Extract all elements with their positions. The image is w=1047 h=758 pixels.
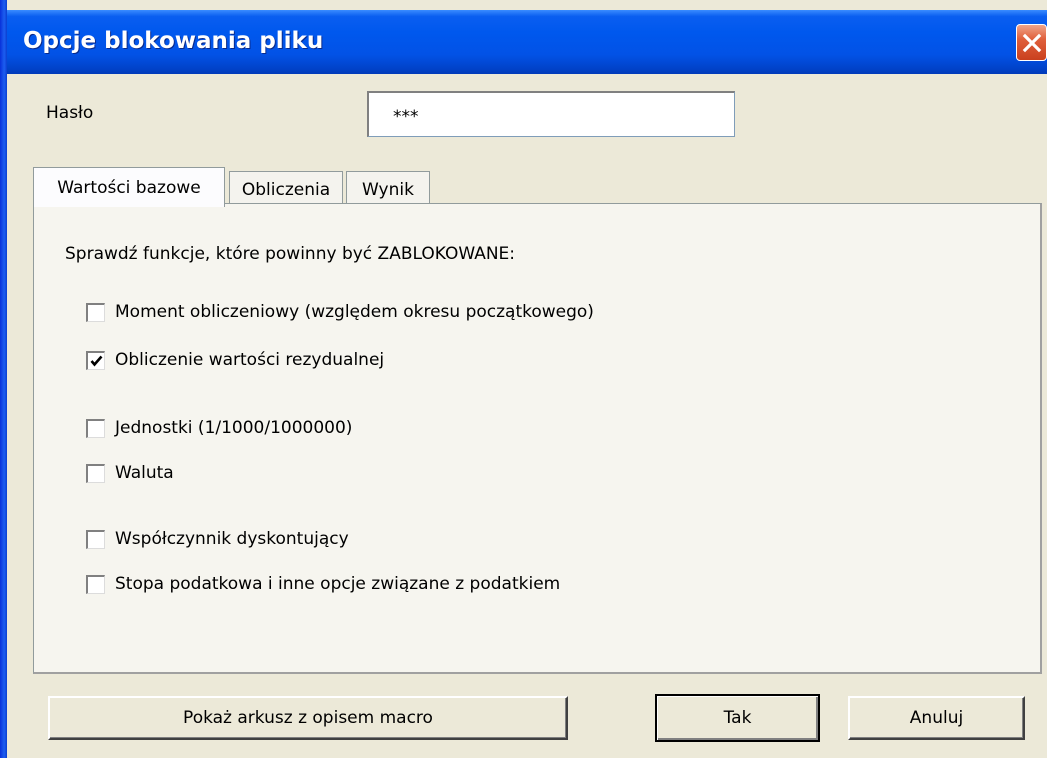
checkbox[interactable] bbox=[86, 529, 105, 549]
option-calculation-moment[interactable]: Moment obliczeniowy (względem okresu poc… bbox=[86, 300, 594, 324]
window-title: Opcje blokowania pliku bbox=[23, 28, 324, 54]
option-residual-value[interactable]: Obliczenie wartości rezydualnej bbox=[86, 348, 384, 372]
checkmark-icon bbox=[90, 355, 102, 366]
tab-base-values[interactable]: Wartości bazowe bbox=[33, 167, 225, 207]
tab-label: Wartości bazowe bbox=[57, 177, 201, 198]
checkbox-label: Stopa podatkowa i inne opcje związane z … bbox=[115, 574, 561, 594]
checkbox[interactable] bbox=[86, 302, 105, 322]
option-discount-factor[interactable]: Współczynnik dyskontujący bbox=[86, 527, 349, 551]
cancel-button[interactable]: Anuluj bbox=[848, 696, 1025, 740]
checkbox[interactable] bbox=[86, 463, 105, 483]
checkbox-label: Waluta bbox=[115, 463, 174, 483]
checkbox-label: Jednostki (1/1000/1000000) bbox=[115, 418, 353, 438]
tab-label: Wynik bbox=[362, 179, 414, 200]
tab-result[interactable]: Wynik bbox=[346, 171, 430, 207]
instruction-text: Sprawdź funkcje, które powinny być ZABLO… bbox=[65, 244, 516, 264]
option-tax-rate[interactable]: Stopa podatkowa i inne opcje związane z … bbox=[86, 572, 560, 596]
password-input[interactable] bbox=[367, 91, 735, 137]
checkbox[interactable] bbox=[86, 350, 105, 370]
close-button[interactable] bbox=[1016, 24, 1047, 61]
checkbox-label: Obliczenie wartości rezydualnej bbox=[115, 350, 385, 370]
option-units[interactable]: Jednostki (1/1000/1000000) bbox=[86, 416, 352, 440]
checkbox-label: Współczynnik dyskontujący bbox=[115, 529, 349, 549]
ok-button[interactable]: Tak bbox=[655, 694, 820, 742]
checkbox[interactable] bbox=[86, 574, 105, 594]
close-icon bbox=[1022, 33, 1041, 52]
title-bar[interactable]: Opcje blokowania pliku bbox=[7, 10, 1047, 74]
tab-calculations[interactable]: Obliczenia bbox=[229, 171, 343, 207]
checkbox-label: Moment obliczeniowy (względem okresu poc… bbox=[115, 302, 594, 322]
window-frame-left bbox=[0, 0, 7, 758]
checkbox[interactable] bbox=[86, 418, 105, 438]
password-label: Hasło bbox=[46, 103, 94, 123]
show-macro-sheet-button[interactable]: Pokaż arkusz z opisem macro bbox=[48, 696, 568, 740]
option-currency[interactable]: Waluta bbox=[86, 461, 174, 485]
tab-label: Obliczenia bbox=[241, 179, 331, 200]
